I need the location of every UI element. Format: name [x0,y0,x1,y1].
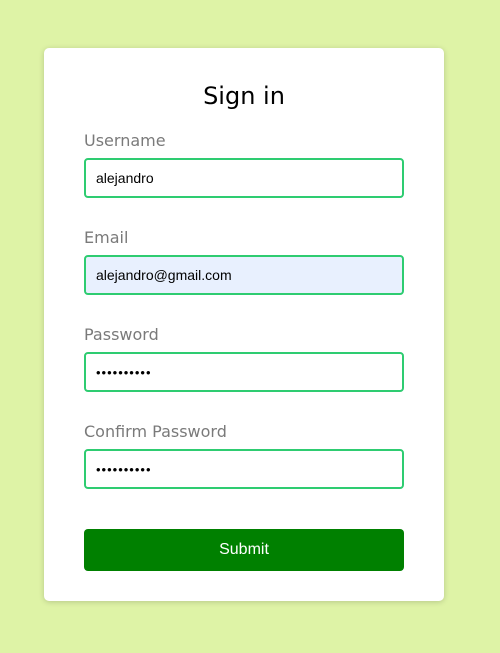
confirm-password-label: Confirm Password [84,422,227,441]
email-input[interactable] [84,255,404,295]
email-label: Email [84,228,129,247]
username-label: Username [84,131,166,150]
signin-card: Sign in Username Email Password Confirm … [44,48,444,601]
password-input[interactable] [84,352,404,392]
confirm-password-input[interactable] [84,449,404,489]
page-title: Sign in [203,82,285,110]
submit-button[interactable]: Submit [84,529,404,571]
password-label: Password [84,325,159,344]
username-input[interactable] [84,158,404,198]
